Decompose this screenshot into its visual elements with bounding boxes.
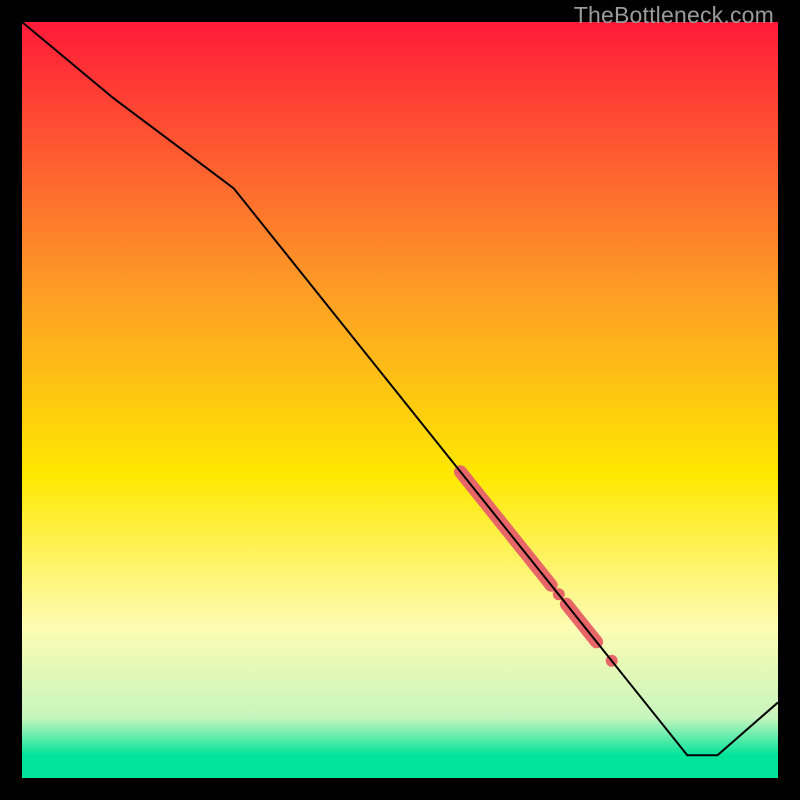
gradient-background	[22, 22, 778, 778]
bottleneck-chart	[22, 22, 778, 778]
watermark-text: TheBottleneck.com	[574, 2, 774, 29]
chart-frame	[22, 22, 778, 778]
